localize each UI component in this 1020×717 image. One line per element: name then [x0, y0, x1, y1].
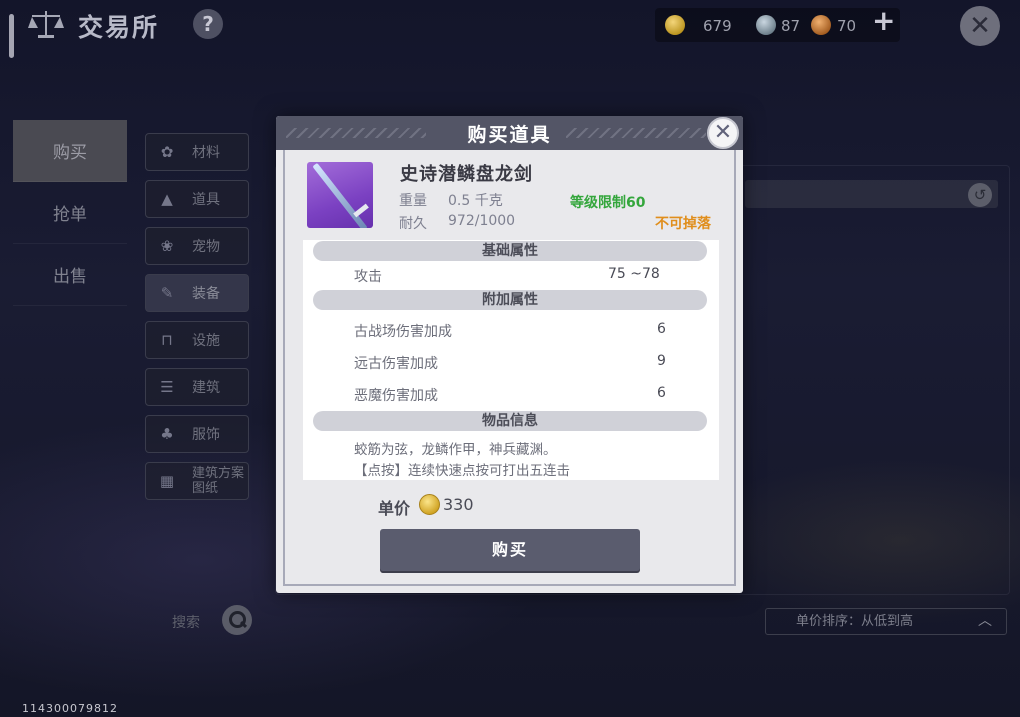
side-drawer-handle[interactable]: [9, 14, 14, 58]
category-facilities[interactable]: ⊓ 设施: [145, 321, 249, 359]
search-label: 搜索: [172, 615, 200, 631]
section-header-info: 物品信息: [313, 411, 707, 431]
add-currency-button[interactable]: +: [872, 4, 895, 37]
section-header-extra: 附加属性: [313, 290, 707, 310]
category-label: 设施: [192, 333, 220, 349]
tab-grab-order[interactable]: 抢单: [13, 182, 127, 244]
category-list: ✿ 材料 ▲ 道具 ❀ 宠物 ✎ 装备 ⊓ 设施 ☰ 建筑 ♣ 服饰 ▦ 建筑方…: [145, 133, 249, 509]
sort-label: 单价排序：从低到高: [796, 614, 914, 629]
category-buildings[interactable]: ☰ 建筑: [145, 368, 249, 406]
weight-label: 重量: [399, 193, 427, 209]
scale-icon: [28, 11, 64, 38]
top-bar: 交易所 ? 679 87 70 + ✕: [0, 0, 1020, 58]
listing-header-strip: [745, 180, 998, 208]
item-description: 蛟筋为弦，龙鳞作甲，神兵藏渊。: [354, 442, 557, 458]
dialog-close-button[interactable]: ✕: [707, 117, 739, 149]
tab-sell[interactable]: 出售: [13, 244, 127, 306]
category-label: 建筑方案 图纸: [192, 466, 244, 496]
attribute-scroll-area[interactable]: 基础属性 攻击 75 ~78 附加属性 古战场伤害加成 6 远古伤害加成 9 恶…: [303, 240, 719, 480]
sword-icon: [307, 162, 373, 228]
main-tabs: 购买 抢单 出售: [13, 120, 127, 306]
category-label: 材料: [192, 145, 220, 161]
category-materials[interactable]: ✿ 材料: [145, 133, 249, 171]
category-items[interactable]: ▲ 道具: [145, 180, 249, 218]
help-button[interactable]: ?: [193, 9, 223, 39]
clothing-icon: ♣: [160, 425, 174, 443]
durability-label: 耐久: [399, 216, 427, 232]
facility-icon: ⊓: [161, 331, 173, 349]
level-limit: 等级限制60: [570, 195, 646, 211]
silver-coin-icon: [756, 15, 776, 35]
gold-coin-icon: [419, 494, 440, 515]
sword-hilt: [353, 203, 369, 218]
building-icon: ☰: [160, 378, 174, 396]
category-label-line2: 图纸: [192, 481, 219, 496]
unit-price-value: 330: [443, 495, 474, 514]
category-label: 道具: [192, 192, 220, 208]
durability-value: 972/1000: [448, 213, 516, 229]
material-icon: ✿: [160, 143, 174, 161]
buy-button[interactable]: 购买: [380, 529, 640, 571]
item-icon: ▲: [161, 190, 173, 208]
attr-value: 6: [657, 321, 666, 337]
category-label: 宠物: [192, 239, 220, 255]
weight-value: 0.5 千克: [448, 193, 503, 209]
close-exchange-button[interactable]: ✕: [960, 6, 1000, 46]
category-pets[interactable]: ❀ 宠物: [145, 227, 249, 265]
blueprint-icon: ▦: [159, 472, 175, 490]
item-name: 史诗潜鳞盘龙剑: [400, 164, 533, 185]
attr-label: 远古伤害加成: [354, 356, 438, 372]
attr-value: 9: [657, 353, 666, 369]
pet-paw-icon: ❀: [160, 237, 174, 255]
sort-dropdown[interactable]: 单价排序：从低到高 ︿: [765, 608, 1007, 635]
silver-amount: 87: [781, 17, 801, 35]
category-blueprints[interactable]: ▦ 建筑方案 图纸: [145, 462, 249, 500]
refresh-icon[interactable]: ↺: [968, 183, 992, 207]
page-title: 交易所: [78, 13, 160, 42]
no-drop-badge: 不可掉落: [655, 216, 711, 232]
unit-price-label: 单价: [378, 499, 411, 518]
bronze-amount: 70: [837, 17, 857, 35]
category-label: 建筑: [192, 380, 220, 396]
section-header-base: 基础属性: [313, 241, 707, 261]
category-clothing[interactable]: ♣ 服饰: [145, 415, 249, 453]
search-icon[interactable]: [222, 605, 252, 635]
gold-coin-icon: [665, 15, 685, 35]
attr-label: 古战场伤害加成: [354, 324, 452, 340]
attr-value: 6: [657, 385, 666, 401]
currency-bar: 679 87 70: [655, 8, 900, 42]
tab-buy[interactable]: 购买: [13, 120, 127, 182]
category-equipment[interactable]: ✎ 装备: [145, 274, 249, 312]
equipment-icon: ✎: [160, 284, 174, 302]
category-label-line1: 建筑方案: [192, 466, 245, 481]
dialog-header: 购买道具: [276, 116, 743, 150]
attr-label: 攻击: [354, 269, 382, 285]
item-description: 【点按】连续快速点按可打出五连击: [354, 463, 570, 479]
attr-value: 75 ~78: [608, 266, 660, 282]
bronze-coin-icon: [811, 15, 831, 35]
attr-label: 恶魔伤害加成: [354, 388, 438, 404]
dialog-title: 购买道具: [467, 124, 552, 146]
user-id: 114300079812: [22, 702, 118, 715]
category-label: 服饰: [192, 427, 220, 443]
gold-amount: 679: [703, 17, 732, 35]
category-label: 装备: [192, 286, 220, 302]
chevron-up-icon: ︿: [978, 613, 992, 629]
sword-blade: [312, 162, 368, 228]
